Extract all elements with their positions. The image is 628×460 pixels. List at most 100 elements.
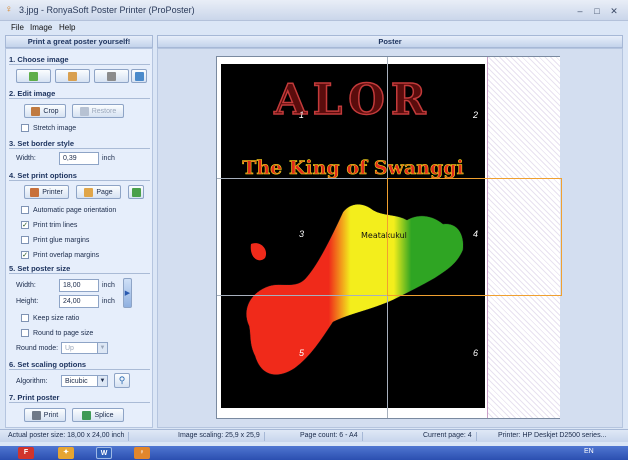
status-scaling: Image scaling: 25,9 x 25,9 — [178, 432, 265, 441]
taskbar-language[interactable]: EN — [584, 448, 594, 455]
page-setup-button[interactable] — [128, 185, 144, 199]
poster-title: ALOR — [273, 75, 432, 124]
close-button[interactable]: ✕ — [608, 5, 620, 17]
print-label: Print — [43, 411, 59, 419]
status-current-page: Current page: 4 — [423, 432, 477, 441]
restore-button[interactable]: Restore — [72, 104, 124, 118]
taskbar: F ✦ W ♀ EN — [0, 446, 628, 460]
link-size-button[interactable]: ▶ — [123, 278, 132, 308]
scanner-icon — [107, 71, 116, 81]
clipboard-icon — [68, 71, 77, 81]
menu-file[interactable]: File — [11, 23, 24, 32]
page-number: 3 — [299, 229, 305, 239]
printer-label: Printer — [42, 188, 63, 196]
image-icon — [29, 71, 38, 81]
crop-label: Crop — [43, 107, 59, 115]
glue-margins-box — [21, 236, 29, 244]
menu-bar: File Image Help — [0, 21, 628, 35]
border-width-unit: inch — [102, 155, 115, 162]
poster-width-unit: inch — [102, 282, 115, 289]
round-mode-label: Round mode: — [16, 345, 59, 352]
overlap-margins-box: ✓ — [21, 251, 29, 259]
restore-icon — [79, 106, 89, 116]
magnifier-icon: ⚲ — [118, 375, 126, 385]
status-actual-size: Actual poster size: 18,00 x 24,00 inch — [8, 432, 130, 441]
trim-lines-checkbox[interactable]: ✓ Print trim lines — [21, 220, 77, 230]
round-page-checkbox[interactable]: Round to page size — [21, 328, 93, 338]
page-label: Page — [96, 188, 113, 196]
algorithm-value: Bicubic — [65, 378, 88, 385]
options-panel: 1. Choose image 2. Edit image Crop Resto… — [5, 48, 153, 428]
open-image-button[interactable] — [16, 69, 51, 83]
copy-icon — [134, 71, 144, 81]
section-scaling: 6. Set scaling options — [9, 360, 150, 370]
border-width-label: Width: — [16, 155, 36, 162]
round-mode-select[interactable]: Up ▼ — [61, 342, 108, 354]
page-number: 6 — [473, 348, 479, 358]
algorithm-label: Algorithm: — [16, 378, 48, 385]
round-mode-value: Up — [65, 345, 74, 352]
page-button[interactable]: Page — [76, 185, 121, 199]
printer-button[interactable]: Printer — [24, 185, 69, 199]
taskbar-app-icon[interactable]: ✦ — [58, 447, 74, 459]
keep-ratio-label: Keep size ratio — [33, 314, 80, 322]
auto-orientation-label: Automatic page orientation — [33, 206, 117, 214]
poster-height-unit: inch — [102, 298, 115, 305]
status-printer: Printer: HP Deskjet D2500 series... — [498, 432, 607, 439]
splice-button[interactable]: Splice — [72, 408, 124, 422]
printer-icon — [30, 187, 40, 197]
section-print-options: 4. Set print options — [9, 171, 150, 181]
algorithm-select[interactable]: Bicubic ▼ — [61, 375, 108, 387]
section-choose-image: 1. Choose image — [9, 55, 150, 65]
round-page-box — [21, 329, 29, 337]
keep-ratio-checkbox[interactable]: Keep size ratio — [21, 313, 79, 323]
section-border-style: 3. Set border style — [9, 139, 150, 149]
page-number: 2 — [473, 110, 479, 120]
glue-margins-checkbox[interactable]: Print glue margins — [21, 235, 89, 245]
title-bar: ♀ 3.jpg - RonyaSoft Poster Printer (ProP… — [0, 0, 628, 21]
page-number: 5 — [299, 348, 305, 358]
section-edit-image: 2. Edit image — [9, 89, 150, 99]
maximize-button[interactable]: □ — [591, 5, 603, 17]
taskbar-word-icon[interactable]: W — [96, 447, 112, 459]
app-icon: ♀ — [5, 4, 13, 15]
copy-image-button[interactable] — [131, 69, 147, 83]
section-poster-size: 5. Set poster size — [9, 264, 150, 274]
splice-icon — [82, 410, 92, 420]
stretch-image-box — [21, 124, 29, 132]
poster-height-input[interactable]: 24,00 — [59, 295, 99, 308]
page-setup-icon — [131, 187, 141, 197]
taskbar-app-icon[interactable]: F — [18, 447, 34, 459]
stretch-image-checkbox[interactable]: Stretch image — [21, 123, 76, 133]
taskbar-poster-icon[interactable]: ♀ — [134, 447, 150, 459]
menu-help[interactable]: Help — [59, 23, 75, 32]
print-button[interactable]: Print — [24, 408, 66, 422]
overlap-margins-checkbox[interactable]: ✓ Print overlap margins — [21, 250, 99, 260]
crop-button[interactable]: Crop — [24, 104, 66, 118]
poster-preview-panel: ALOR The King of Swanggi Meatakukul 1 2 … — [157, 48, 623, 428]
auto-orientation-checkbox[interactable]: Automatic page orientation — [21, 205, 116, 215]
section-print-poster: 7. Print poster — [9, 393, 150, 403]
round-page-label: Round to page size — [33, 329, 94, 337]
page-number: 4 — [473, 229, 479, 239]
preview-scaling-button[interactable]: ⚲ — [114, 373, 130, 388]
status-bar: Actual poster size: 18,00 x 24,00 inch I… — [0, 429, 628, 442]
keep-ratio-box — [21, 314, 29, 322]
poster-width-label: Width: — [16, 282, 36, 289]
stretch-image-label: Stretch image — [33, 124, 77, 132]
menu-image[interactable]: Image — [30, 23, 52, 32]
poster-width-input[interactable]: 18,00 — [59, 279, 99, 292]
auto-orientation-box — [21, 206, 29, 214]
overlap-margins-label: Print overlap margins — [33, 251, 100, 259]
paste-image-button[interactable] — [55, 69, 90, 83]
border-width-input[interactable]: 0,39 — [59, 152, 99, 165]
restore-label: Restore — [91, 107, 117, 115]
poster-height-label: Height: — [16, 298, 39, 305]
poster-subtitle: The King of Swanggi — [242, 157, 464, 179]
status-page-count: Page count: 6 - A4 — [300, 432, 363, 441]
chevron-down-icon: ▼ — [97, 343, 107, 353]
glue-margins-label: Print glue margins — [33, 236, 90, 244]
page-number: 1 — [299, 110, 305, 120]
scan-image-button[interactable] — [94, 69, 129, 83]
minimize-button[interactable]: – — [574, 5, 586, 17]
